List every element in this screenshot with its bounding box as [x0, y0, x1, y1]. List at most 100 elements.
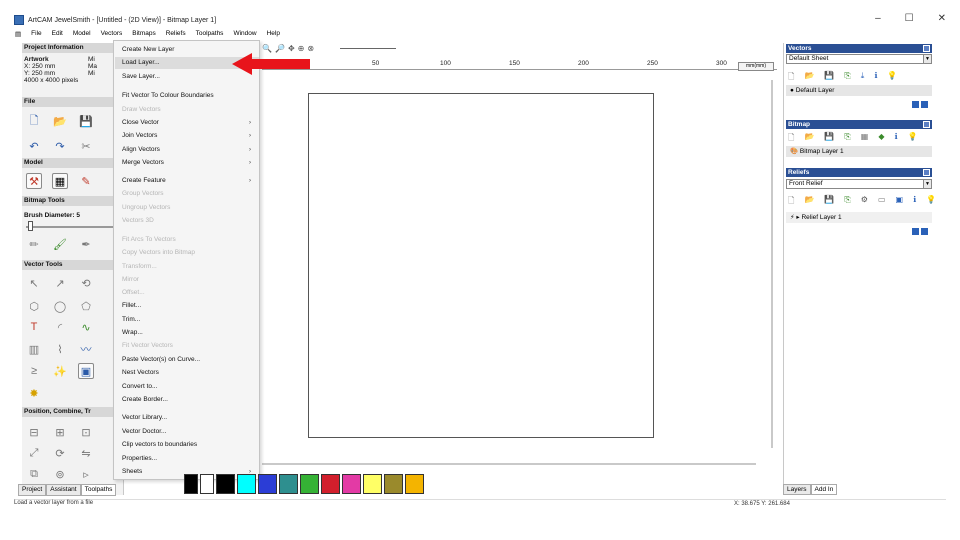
- menu-item-align-vectors[interactable]: Align Vectors: [122, 146, 160, 153]
- relief-layer-row[interactable]: ⚡ ▸ Relief Layer 1: [786, 212, 932, 223]
- reliefs-header[interactable]: Reliefs: [786, 168, 932, 177]
- new-layer-icon[interactable]: 🗋: [788, 71, 794, 85]
- menu-item-fillet[interactable]: Fillet...: [122, 302, 141, 309]
- bitmap-layer-row[interactable]: 🎨 Bitmap Layer 1: [786, 146, 932, 157]
- load-layer-icon[interactable]: 📂: [804, 71, 814, 85]
- view-2d-icon[interactable]: ⊗: [307, 44, 314, 53]
- cut-icon[interactable]: ✂: [78, 138, 94, 154]
- colour-swatch[interactable]: [384, 474, 403, 494]
- tab-project[interactable]: Project: [18, 484, 47, 496]
- relief-tool-icon[interactable]: ⚙: [861, 195, 868, 209]
- new-relief-icon[interactable]: 🗋: [788, 195, 794, 209]
- menu-doc-icon[interactable]: ▤: [14, 30, 22, 38]
- menu-window[interactable]: Window: [232, 30, 257, 37]
- more-icon[interactable]: ▹: [78, 466, 94, 482]
- chevron-down-icon[interactable]: ▼: [923, 55, 931, 63]
- colour-swatch[interactable]: [200, 474, 214, 494]
- menu-item-create-border[interactable]: Create Border...: [122, 396, 168, 403]
- project-info-header[interactable]: Project Information: [22, 43, 124, 53]
- menu-item-create-new-layer[interactable]: Create New Layer: [122, 46, 174, 53]
- new-file-icon[interactable]: 🗋: [26, 113, 42, 129]
- merge-layer-icon[interactable]: ⤓: [861, 71, 865, 85]
- menu-item-save-layer[interactable]: Save Layer...: [122, 73, 160, 80]
- model-grid-icon[interactable]: ▦: [52, 173, 68, 189]
- new-bitmap-icon[interactable]: 🗋: [788, 132, 794, 146]
- bulb-icon[interactable]: 💡: [908, 132, 918, 146]
- sparkle-icon[interactable]: ✸: [26, 385, 42, 401]
- redo-icon[interactable]: ↷: [52, 138, 68, 154]
- brush-slider-track[interactable]: [26, 226, 118, 228]
- menu-item-vector-doctor[interactable]: Vector Doctor...: [122, 428, 166, 435]
- tab-assistant[interactable]: Assistant: [46, 484, 81, 496]
- relief-nav-buttons[interactable]: [912, 228, 928, 235]
- load-bitmap-icon[interactable]: 📂: [804, 132, 814, 146]
- save-layer-icon[interactable]: 💾: [824, 71, 834, 85]
- bitmap-header[interactable]: Bitmap: [786, 120, 932, 129]
- horizontal-scrollbar[interactable]: [262, 463, 756, 465]
- arc-icon[interactable]: ◜: [52, 319, 68, 335]
- minimize-button[interactable]: –: [875, 13, 881, 24]
- menu-item-merge-vectors[interactable]: Merge Vectors: [122, 159, 164, 166]
- save-relief-icon[interactable]: 💾: [824, 195, 834, 209]
- menu-edit[interactable]: Edit: [51, 30, 64, 37]
- bulb-icon[interactable]: 💡: [887, 71, 897, 85]
- menu-item-load-layer[interactable]: Load Layer...: [122, 59, 160, 66]
- menu-item-trim[interactable]: Trim...: [122, 316, 140, 323]
- menu-help[interactable]: Help: [266, 30, 281, 37]
- close-icon[interactable]: [923, 45, 930, 52]
- rotate-icon[interactable]: ⟳: [52, 445, 68, 461]
- colour-swatch[interactable]: [279, 474, 298, 494]
- magic-wand-icon[interactable]: ✨: [52, 363, 68, 379]
- menu-item-properties[interactable]: Properties...: [122, 455, 157, 462]
- info-icon[interactable]: ℹ: [913, 195, 916, 209]
- menu-item-join-vectors[interactable]: Join Vectors: [122, 132, 157, 139]
- menu-item-close-vector[interactable]: Close Vector: [122, 119, 159, 126]
- position-header[interactable]: Position, Combine, Tr: [22, 407, 124, 417]
- tab-add-in[interactable]: Add In: [810, 484, 838, 495]
- menu-vectors[interactable]: Vectors: [100, 30, 124, 37]
- menu-toolpaths[interactable]: Toolpaths: [195, 30, 225, 37]
- brush-slider-thumb[interactable]: [28, 221, 33, 231]
- transform-icon[interactable]: ⟲: [78, 275, 94, 291]
- undo-icon[interactable]: ↶: [26, 138, 42, 154]
- ellipse-icon[interactable]: ◯: [52, 298, 68, 314]
- file-header[interactable]: File: [22, 97, 124, 107]
- model-tool-icon[interactable]: ⚒: [26, 173, 42, 189]
- chevron-icon[interactable]: ≥: [26, 363, 42, 379]
- align-center-icon[interactable]: ⊞: [52, 424, 68, 440]
- model-header[interactable]: Model: [22, 158, 124, 168]
- colour-swatch[interactable]: [258, 474, 277, 494]
- menu-item-paste-vector-s-on-curve[interactable]: Paste Vector(s) on Curve...: [122, 356, 200, 363]
- menu-file[interactable]: File: [30, 30, 42, 37]
- colour-swatch[interactable]: [216, 474, 235, 494]
- layer-nav-buttons[interactable]: [912, 101, 928, 108]
- star-icon[interactable]: ⬠: [78, 298, 94, 314]
- colour-swatch[interactable]: [321, 474, 340, 494]
- chevron-down-icon[interactable]: ▼: [923, 180, 931, 188]
- mirror-icon[interactable]: ⇋: [78, 445, 94, 461]
- zoom-out-icon[interactable]: 🔎: [275, 44, 285, 53]
- zoom-in-icon[interactable]: 🔍: [262, 44, 272, 53]
- relief-tool2-icon[interactable]: ▭: [878, 195, 886, 209]
- copy-bitmap-icon[interactable]: ⎘: [844, 132, 850, 146]
- select-arrow-icon[interactable]: ↖: [26, 275, 42, 291]
- bulb-icon[interactable]: 💡: [926, 195, 936, 209]
- colour-swatch[interactable]: [184, 474, 198, 494]
- info-icon[interactable]: ℹ: [874, 71, 877, 85]
- copy-relief-icon[interactable]: ⎘: [844, 195, 850, 209]
- menu-reliefs[interactable]: Reliefs: [165, 30, 187, 37]
- menu-item-create-feature[interactable]: Create Feature: [122, 177, 166, 184]
- bitmap-tools-header[interactable]: Bitmap Tools: [22, 196, 124, 206]
- wave-icon[interactable]: 〰: [78, 341, 94, 357]
- colour-swatch[interactable]: [363, 474, 382, 494]
- menu-item-nest-vectors[interactable]: Nest Vectors: [122, 369, 159, 376]
- open-folder-icon[interactable]: 📂: [52, 113, 68, 129]
- menu-bitmaps[interactable]: Bitmaps: [131, 30, 156, 37]
- grid-snap-icon[interactable]: ▥: [26, 341, 42, 357]
- curve-icon[interactable]: ⌇: [52, 341, 68, 357]
- scale-icon[interactable]: ⤢: [26, 445, 42, 461]
- colour-swatch[interactable]: [237, 474, 256, 494]
- align-left-icon[interactable]: ⊟: [26, 424, 42, 440]
- menu-item-sheets[interactable]: Sheets: [122, 468, 142, 475]
- colour-swatch[interactable]: [300, 474, 319, 494]
